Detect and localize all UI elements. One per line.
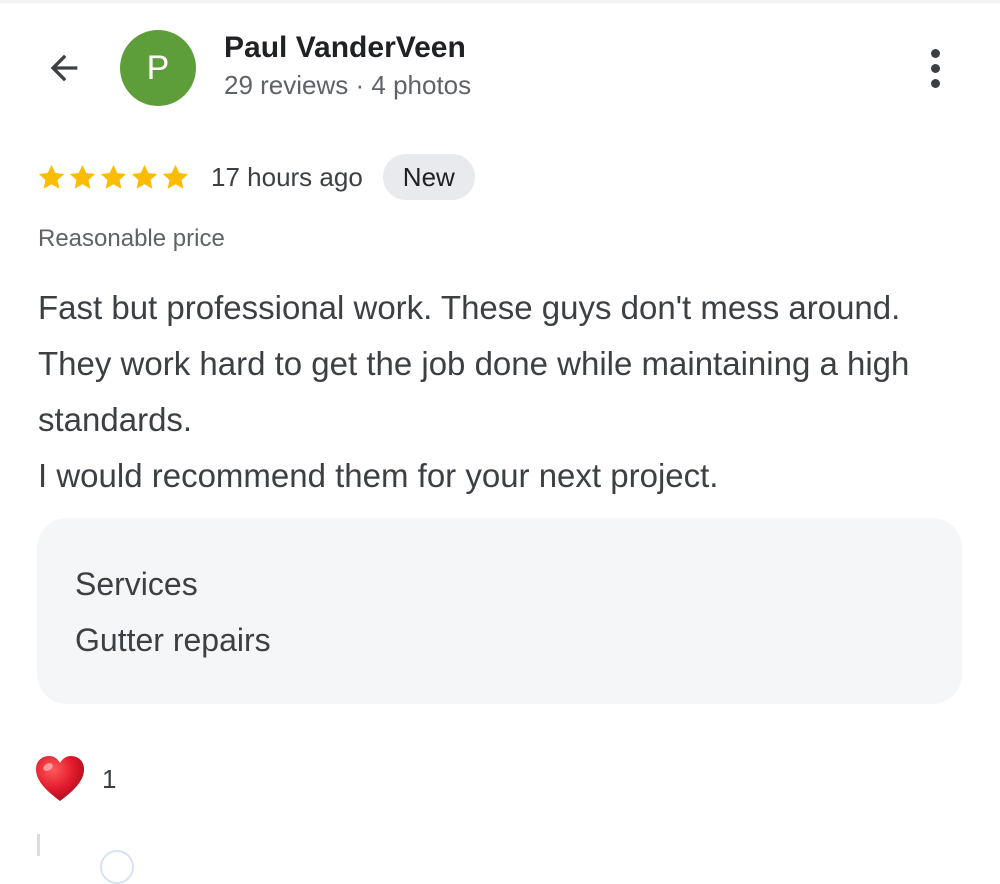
star-rating [36,162,191,193]
more-vertical-icon [930,63,940,73]
reply-divider [37,834,40,856]
more-vertical-icon [930,78,940,88]
avatar[interactable]: P [120,30,196,106]
arrow-left-icon [50,54,78,82]
review-paragraph: I would recommend them for your next pro… [38,457,719,494]
top-divider [0,0,1000,3]
more-vertical-icon [930,48,940,58]
star-icon [131,164,158,189]
services-value: Gutter repairs [75,622,271,658]
review-time: 17 hours ago [211,161,363,192]
reaction-count: 1 [102,763,117,794]
review-attribute: Reasonable price [38,225,225,252]
star-icon [38,164,65,189]
star-icon [100,164,127,189]
services-title: Services [75,566,198,602]
avatar-letter: P [146,48,170,87]
reviewer-meta: 29 reviews · 4 photos [224,70,472,100]
star-icon [69,164,96,189]
rating-row: 17 hours ago New [36,154,475,200]
services-card: Services Gutter repairs [37,518,962,704]
review-paragraph: Fast but professional work. These guys d… [38,289,910,438]
back-button[interactable] [40,46,88,90]
review-text: Fast but professional work. These guys d… [38,280,938,504]
star-icon [162,164,189,189]
heart-icon [36,756,84,801]
reviewer-name[interactable]: Paul VanderVeen [224,31,466,65]
reaction-button[interactable]: 1 [34,752,116,806]
new-badge: New [382,154,475,200]
owner-avatar [100,850,134,884]
more-options-button[interactable] [914,44,956,92]
